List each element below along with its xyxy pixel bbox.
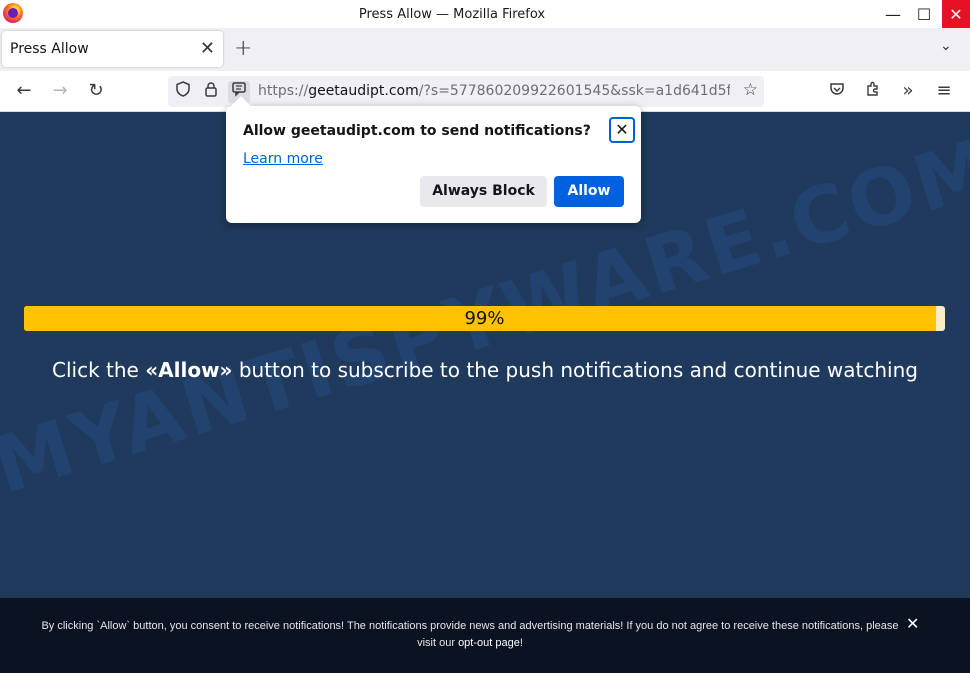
always-block-button[interactable]: Always Block (420, 176, 547, 207)
window-title: Press Allow — Mozilla Firefox (358, 7, 546, 22)
tab-title: Press Allow (10, 41, 89, 57)
shield-icon[interactable] (172, 81, 194, 103)
pocket-icon[interactable] (826, 81, 848, 102)
maximize-button[interactable]: ☐ (910, 0, 938, 28)
back-arrow-icon[interactable]: ← (13, 81, 35, 101)
progress-label: 99% (464, 308, 505, 329)
url-text[interactable]: https://geetaudipt.com/?s=57786020992260… (258, 83, 730, 99)
progress-bar: 99% (24, 306, 945, 331)
tab-press-allow[interactable]: Press Allow ✕ (2, 31, 223, 67)
allow-button[interactable]: Allow (554, 176, 624, 207)
url-bar[interactable]: https://geetaudipt.com/?s=57786020992260… (168, 76, 764, 107)
learn-more-link[interactable]: Learn more (243, 151, 323, 167)
extensions-icon[interactable] (862, 81, 884, 102)
forward-arrow-icon[interactable]: → (49, 81, 71, 101)
star-icon[interactable]: ☆ (743, 80, 758, 100)
title-bar: Press Allow — Mozilla Firefox — ☐ ✕ (0, 0, 970, 30)
close-window-button[interactable]: ✕ (942, 0, 970, 28)
consent-bar: By clicking `Allow` button, you consent … (0, 598, 970, 673)
tab-strip: Press Allow ✕ + ⌄ (0, 28, 970, 71)
minimize-button[interactable]: — (879, 0, 907, 28)
lock-icon[interactable] (200, 81, 222, 103)
popup-title: Allow geetaudipt.com to send notificatio… (243, 123, 591, 139)
headline-text: Click the «Allow» button to subscribe to… (52, 358, 918, 382)
menu-icon[interactable]: ≡ (933, 81, 955, 101)
new-tab-button[interactable]: + (234, 36, 252, 61)
consent-text: By clicking `Allow` button, you consent … (41, 620, 899, 649)
consent-close-icon[interactable]: ✕ (906, 614, 919, 633)
popup-close-icon[interactable]: ✕ (609, 117, 635, 143)
reload-icon[interactable]: ↻ (85, 81, 107, 101)
notification-permission-popup: Allow geetaudipt.com to send notificatio… (226, 96, 641, 223)
overflow-icon[interactable]: » (897, 81, 919, 101)
opt-out-link[interactable]: opt-out page (458, 637, 520, 649)
tab-close-icon[interactable]: ✕ (200, 38, 215, 59)
list-all-tabs-chevron-icon[interactable]: ⌄ (940, 38, 952, 54)
